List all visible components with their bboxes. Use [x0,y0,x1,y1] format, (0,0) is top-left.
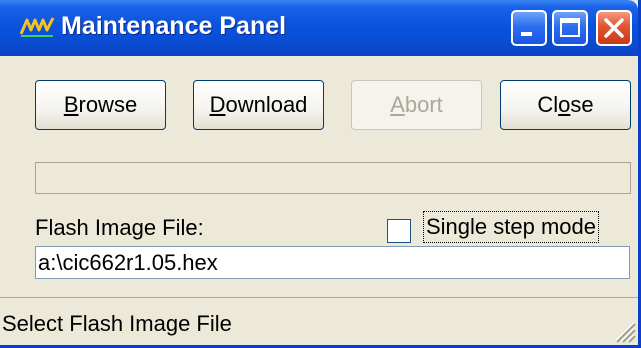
flash-image-file-label: Flash Image File: [35,215,204,240]
status-text: Select Flash Image File [2,311,232,336]
single-step-checkbox[interactable] [387,219,411,243]
close-label-pre: Cl [537,92,559,117]
close-button[interactable]: Close [500,80,631,130]
close-label-post: se [570,92,594,117]
app-logo-icon [19,16,55,38]
browse-label-accel: B [63,92,79,117]
browse-button[interactable]: Browse [35,80,166,130]
abort-label-accel: A [390,92,405,117]
title-bar[interactable]: Maintenance Panel [0,0,638,56]
download-button[interactable]: Download [193,80,324,130]
maximize-icon [560,18,580,37]
abort-button[interactable]: Abort [351,80,482,130]
window-title: Maintenance Panel [61,12,287,40]
single-step-label[interactable]: Single step mode [423,211,599,243]
progress-bar [35,162,631,194]
status-bar: Select Flash Image File [0,297,638,345]
minimize-button[interactable] [511,10,547,46]
resize-grip-icon[interactable] [610,317,636,343]
download-label-post: ownload [225,92,308,117]
flash-image-file-input[interactable] [35,246,630,279]
abort-label-post: bort [404,92,443,117]
close-icon [604,18,624,38]
close-window-button[interactable] [596,10,632,46]
maximize-button[interactable] [552,10,588,46]
download-label-accel: D [209,92,226,117]
maintenance-panel-window: Maintenance Panel Browse Download Abort … [0,0,641,348]
minimize-icon [521,32,532,36]
browse-label-post: rowse [78,92,138,117]
close-label-accel: o [558,92,571,117]
